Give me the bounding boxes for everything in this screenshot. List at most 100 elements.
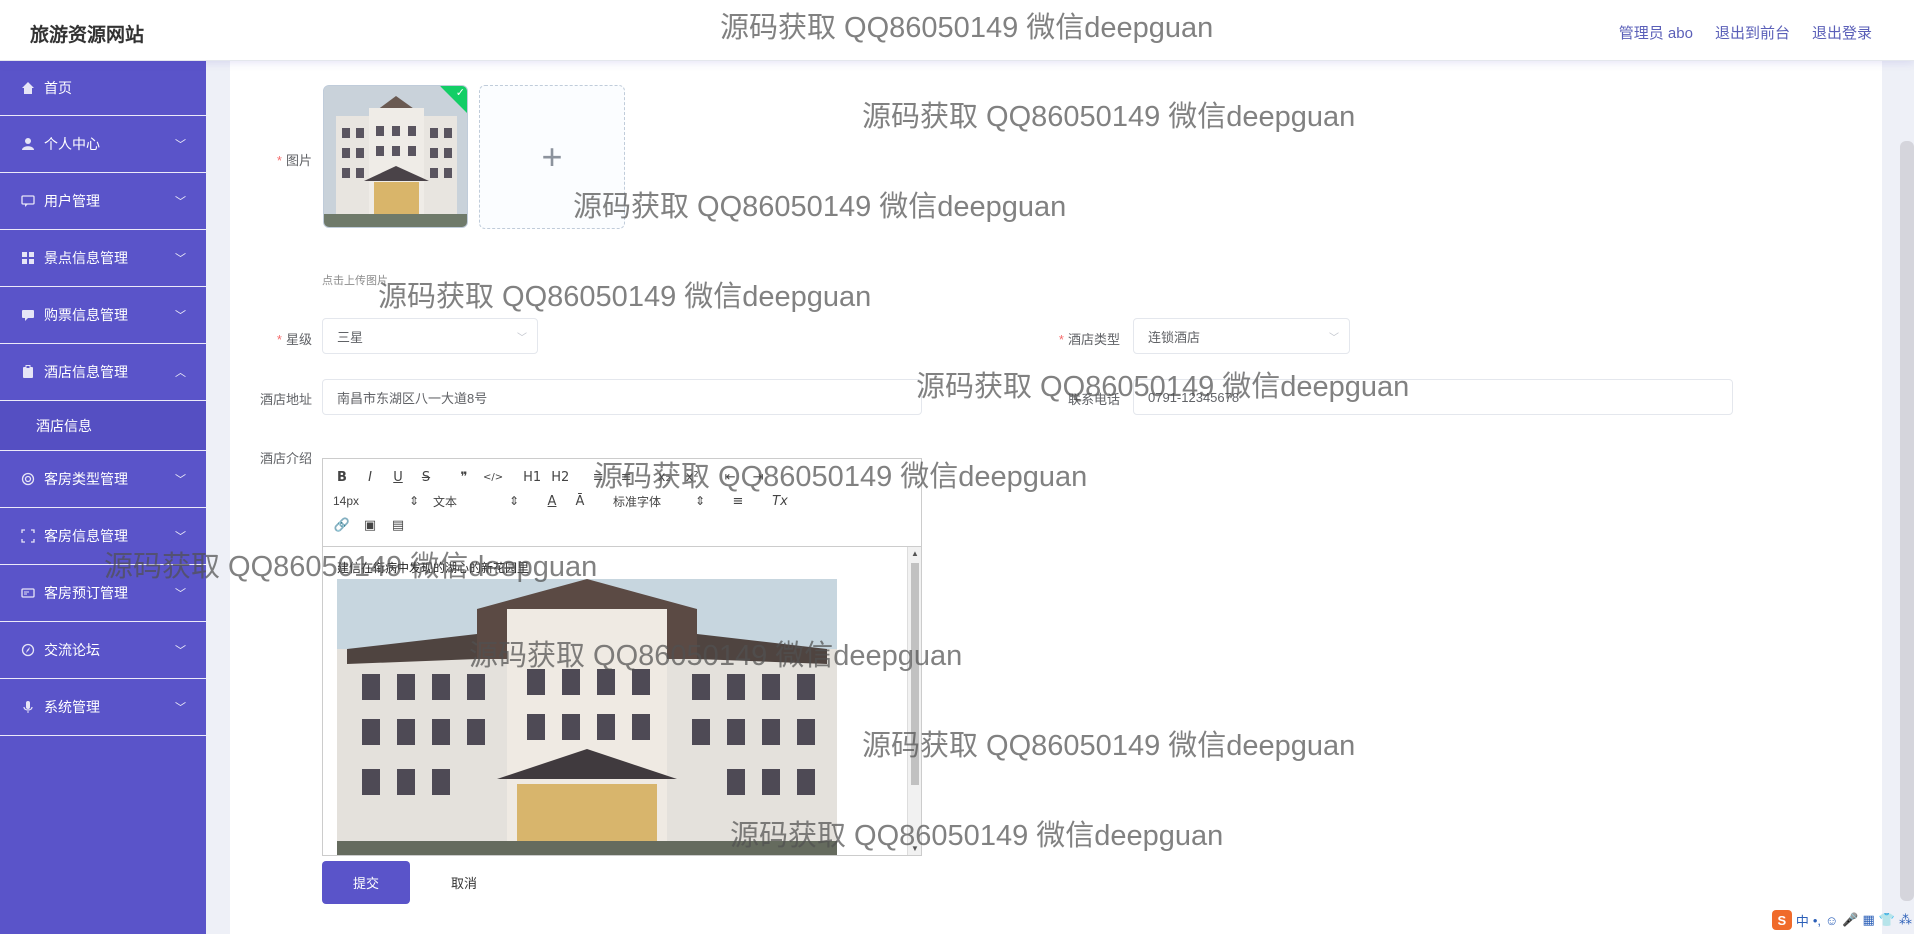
sidebar-item-label: 系统管理 — [44, 699, 100, 715]
chevron-down-icon: ﹀ — [175, 588, 186, 600]
check-icon: ✓ — [455, 87, 465, 99]
video-button[interactable]: ▤ — [389, 518, 407, 533]
heading1-button[interactable]: H1 — [523, 470, 541, 485]
submit-button[interactable]: 提交 — [322, 861, 410, 904]
message-icon — [20, 307, 36, 323]
block-format-select[interactable]: 文本 ⇕ — [433, 493, 519, 510]
mic-icon — [20, 699, 36, 715]
uploaded-image-thumbnail[interactable]: ✓ — [323, 85, 468, 228]
sidebar-item-label: 客房预订管理 — [44, 585, 128, 601]
ime-chinese-mode[interactable]: 中 — [1796, 911, 1809, 930]
star-select-value: 三星 — [337, 329, 364, 345]
sidebar-item-hotel-management[interactable]: 酒店信息管理 ︿ — [0, 344, 206, 401]
logout-link[interactable]: 退出登录 — [1812, 22, 1872, 43]
image-button[interactable]: ▣ — [361, 518, 379, 533]
hotel-type-label: * 酒店类型 — [1058, 332, 1120, 347]
updown-icon: ⇕ — [694, 494, 705, 508]
chat-icon — [20, 193, 36, 209]
chevron-down-icon: ﹀ — [1329, 332, 1339, 344]
circle-icon — [20, 471, 36, 487]
admin-user-link[interactable]: 管理员 abo — [1619, 22, 1693, 43]
hotel-image — [337, 579, 837, 855]
sidebar-item-label: 客房信息管理 — [44, 528, 128, 544]
editor-scrollbar[interactable]: ▲ ▼ — [907, 547, 921, 855]
sidebar-item-personal-center[interactable]: 个人中心 ﹀ — [0, 116, 206, 173]
clear-format-button[interactable]: Tx — [771, 494, 789, 509]
font-size-select[interactable]: 14px ⇕ — [333, 494, 419, 508]
star-select[interactable]: 三星 ﹀ — [322, 318, 538, 354]
phone-label: 联系电话 — [1067, 392, 1120, 407]
cancel-button[interactable]: 取消 — [420, 861, 508, 904]
upload-hint: 点击上传图片 — [322, 275, 388, 287]
editor-scroll-thumb[interactable] — [911, 563, 919, 785]
grid-icon — [20, 250, 36, 266]
italic-button[interactable]: I — [361, 470, 379, 485]
updown-icon: ⇕ — [508, 494, 519, 508]
chevron-down-icon: ﹀ — [175, 702, 186, 714]
underline-button[interactable]: U — [389, 470, 407, 485]
sidebar-item-user-management[interactable]: 用户管理 ﹀ — [0, 173, 206, 230]
site-title: 旅游资源网站 — [30, 25, 145, 46]
font-family-select[interactable]: 标准字体 ⇕ — [613, 493, 705, 510]
intro-label: 酒店介绍 — [259, 451, 312, 466]
scroll-up-icon[interactable]: ▲ — [911, 549, 919, 558]
sidebar-item-system-management[interactable]: 系统管理 ﹀ — [0, 679, 206, 736]
ime-tools-icon[interactable]: ⁂ — [1899, 912, 1912, 928]
superscript-button[interactable]: x² — [683, 470, 701, 485]
ime-emoji-icon[interactable]: ☺ — [1825, 913, 1838, 928]
subscript-button[interactable]: x₂ — [655, 470, 673, 485]
hotel-photo — [324, 86, 467, 227]
page-scrollbar[interactable] — [1900, 141, 1914, 901]
sidebar-subitem-hotel-info[interactable]: 酒店信息 — [0, 401, 206, 451]
sidebar-item-room-info-management[interactable]: 客房信息管理 ﹀ — [0, 508, 206, 565]
ordered-list-button[interactable]: ≡ — [589, 470, 607, 485]
strike-button[interactable]: S — [417, 470, 435, 485]
code-block-button[interactable]: </> — [483, 472, 503, 483]
ime-skin-icon[interactable]: 👕 — [1879, 912, 1895, 928]
indent-button[interactable]: ⇥ — [749, 470, 767, 485]
address-label: 酒店地址 — [259, 392, 312, 407]
ime-keyboard-icon[interactable]: ▦ — [1863, 912, 1875, 928]
sidebar-item-booking-management[interactable]: 客房预订管理 ﹀ — [0, 565, 206, 622]
outdent-button[interactable]: ⇤ — [721, 470, 739, 485]
compass-icon — [20, 642, 36, 658]
editor-paragraph: 建信在衔病中发现的湖心的新花园里 — [337, 561, 530, 575]
sidebar-item-label: 购票信息管理 — [44, 307, 128, 323]
ime-punctuation-icon[interactable]: •, — [1813, 913, 1821, 928]
hotel-type-select[interactable]: 连锁酒店 ﹀ — [1133, 318, 1350, 354]
sidebar-item-forum[interactable]: 交流论坛 ﹀ — [0, 622, 206, 679]
rich-text-editor[interactable]: B I U S ❞ </> H1 H2 ≡ ≡ x₂ x² ⇤ ⇥ 14px ⇕ … — [322, 458, 922, 856]
sidebar-item-ticket-management[interactable]: 购票信息管理 ﹀ — [0, 287, 206, 344]
sidebar-item-attraction-management[interactable]: 景点信息管理 ﹀ — [0, 230, 206, 287]
chevron-down-icon: ﹀ — [175, 196, 186, 208]
link-button[interactable]: 🔗 — [333, 518, 351, 533]
align-button[interactable]: ≡ — [729, 494, 747, 509]
text-color-button[interactable]: A — [543, 494, 561, 509]
chevron-down-icon: ﹀ — [175, 310, 186, 322]
sidebar-item-label: 酒店信息管理 — [44, 364, 128, 380]
ime-toolbar[interactable]: S 中 •, ☺ 🎤 ▦ 👕 ⁂ — [1771, 908, 1912, 932]
font-family-value: 标准字体 — [613, 494, 662, 509]
chevron-down-icon: ﹀ — [175, 139, 186, 151]
star-label: * 星级 — [276, 332, 312, 347]
bullet-list-button[interactable]: ≡ — [617, 470, 635, 485]
image-label: * 图片 — [276, 153, 312, 168]
sidebar-item-label: 客房类型管理 — [44, 471, 128, 487]
bold-button[interactable]: B — [333, 470, 351, 485]
editor-content[interactable]: 建信在衔病中发现的湖心的新花园里 — [323, 547, 907, 855]
background-color-button[interactable]: Ā — [571, 494, 589, 509]
exit-to-frontend-link[interactable]: 退出到前台 — [1715, 22, 1790, 43]
block-format-value: 文本 — [433, 494, 458, 509]
heading2-button[interactable]: H2 — [551, 470, 569, 485]
address-field[interactable]: 南昌市东湖区八一大道8号 — [322, 379, 922, 415]
blockquote-button[interactable]: ❞ — [455, 470, 473, 485]
sidebar-item-home[interactable]: 首页 — [0, 61, 206, 116]
scroll-down-icon[interactable]: ▼ — [911, 844, 919, 853]
upload-image-button[interactable]: + — [479, 85, 625, 229]
sogou-logo-icon[interactable]: S — [1771, 910, 1792, 930]
ime-voice-icon[interactable]: 🎤 — [1842, 912, 1858, 928]
sidebar-item-label: 交流论坛 — [44, 642, 100, 658]
sidebar-item-room-type-management[interactable]: 客房类型管理 ﹀ — [0, 451, 206, 508]
phone-field[interactable]: 0791-12345678 — [1133, 379, 1733, 415]
chevron-up-icon: ︿ — [175, 367, 186, 379]
